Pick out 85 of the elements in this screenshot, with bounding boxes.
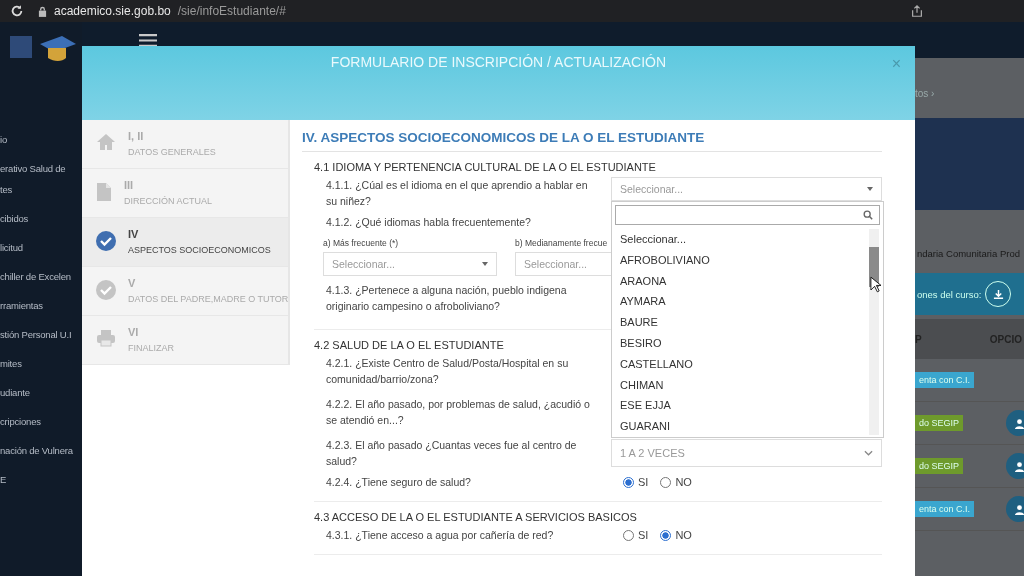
- radio-label: SI: [638, 529, 649, 541]
- download-icon: [992, 288, 1004, 300]
- dropdown-option[interactable]: Seleccionar...: [620, 229, 869, 250]
- question-text: 4.2.2. El año pasado, por problemas de salud, ¿acudió o se atendió en...?: [325, 397, 591, 428]
- question-text: 4.2.4. ¿Tiene seguro de salud?: [325, 475, 472, 490]
- select-value: 1 A 2 VECES: [620, 447, 685, 459]
- dropdown-option[interactable]: BESIRO: [620, 333, 869, 354]
- menu-icon[interactable]: [139, 33, 157, 47]
- radio-label: NO: [675, 476, 692, 488]
- dropdown-option[interactable]: ARAONA: [620, 270, 869, 292]
- step-item[interactable]: IV ASPECTOS SOCIOECONOMICOS: [82, 218, 288, 267]
- sidebar-item[interactable]: io: [0, 134, 82, 145]
- user-icon: [1013, 503, 1024, 515]
- question-text: 4.1.1. ¿Cúal es el idioma en el que aprendio a hablar en su niñez?: [325, 178, 589, 209]
- scrollbar[interactable]: [869, 229, 879, 435]
- radio-button[interactable]: [623, 529, 634, 541]
- step-number: V: [128, 277, 137, 289]
- section-heading: IV. ASPECTOS SOCIOECONOMICOS DE LA O EL ESTUDIANTE: [302, 130, 882, 152]
- status-badge: do SEGIP: [915, 415, 964, 431]
- step-label: DATOS GENERALES: [128, 147, 216, 157]
- search-field[interactable]: [615, 205, 880, 225]
- check-circle-icon: [96, 280, 116, 300]
- sidebar-item[interactable]: nación de Vulnera: [0, 445, 82, 456]
- sidebar-item[interactable]: tes: [0, 184, 82, 195]
- modal-title: FORMULARIO DE INSCRIPCIÓN / ACTUALIZACIÓN: [330, 54, 667, 70]
- document-icon: [96, 182, 112, 202]
- sidebar-item[interactable]: cibidos: [0, 213, 82, 224]
- status-badge: do SEGIP: [915, 458, 964, 474]
- step-label: ASPECTOS SOCIOECONOMICOS: [128, 245, 271, 255]
- question-text: 4.1.3. ¿Pertenece a alguna nación, pueblo indigena originario campesino o afroboliviano?: [325, 283, 568, 314]
- step-label: FINALIZAR: [128, 343, 174, 353]
- chevron-down-icon: [864, 450, 873, 456]
- question-text: 4.2.3. El año pasado ¿Cuantas veces fue al centro de salud?: [325, 438, 578, 469]
- dropdown-option[interactable]: ESE EJJA: [620, 395, 869, 417]
- user-icon: [1013, 417, 1024, 429]
- sidebar-item[interactable]: licitud: [0, 242, 82, 253]
- printer-icon: [96, 329, 116, 347]
- step-label: DIRECCIÓN ACTUAL: [124, 196, 212, 206]
- caret-icon: [482, 262, 488, 266]
- sidebar-item[interactable]: rramientas: [0, 300, 82, 311]
- dropdown-option[interactable]: CHIMAN: [620, 374, 869, 396]
- dropdown-option[interactable]: GUARANI: [620, 416, 869, 437]
- step-label: DATOS DEL PADRE,MADRE O TUTOR: [128, 294, 289, 304]
- sidebar-item[interactable]: udiante: [0, 387, 82, 398]
- step-number: VI: [128, 326, 140, 338]
- url-path[interactable]: /sie/infoEstudiante/#: [177, 4, 286, 18]
- step-number: IV: [128, 228, 140, 240]
- step-number: III: [124, 179, 135, 191]
- sidebar-item[interactable]: E: [0, 474, 82, 485]
- reload-icon[interactable]: [10, 4, 24, 18]
- user-icon: [1013, 460, 1024, 472]
- question-text: 4.1.2. ¿Qué idiomas habla frecuentemente?: [325, 215, 531, 230]
- sidebar-item[interactable]: erativo Salud de: [0, 163, 82, 174]
- status-badge: enta con C.I.: [915, 501, 975, 517]
- question-text: 4.3.1. ¿Tiene acceso a agua por cañería de red?: [325, 528, 555, 543]
- caret-icon: [867, 187, 873, 191]
- radio-button[interactable]: [623, 476, 634, 488]
- section-title: 4.2 SALUD DE LA O EL ESTUDIANTE: [314, 339, 504, 351]
- dropdown-option[interactable]: AYMARA: [620, 291, 869, 313]
- dropdown-option[interactable]: AFROBOLIVIANO: [620, 249, 869, 271]
- radio-label: SI: [638, 476, 649, 488]
- mouse-cursor-icon: [870, 276, 881, 293]
- sidebar-item[interactable]: mites: [0, 358, 82, 369]
- search-icon: [863, 210, 873, 220]
- url-host[interactable]: academico.sie.gob.bo: [54, 4, 171, 18]
- dropdown-option[interactable]: BAURE: [620, 312, 869, 333]
- sidebar-item[interactable]: cripciones: [0, 416, 82, 427]
- section-title: 4.3 ACCESO DE LA O EL ESTUDIANTE A SERVICIOS BASICOS: [314, 511, 637, 523]
- sidebar-item[interactable]: chiller de Excelen: [0, 271, 82, 282]
- radio-label: NO: [675, 529, 692, 541]
- download-label: ones del curso:: [917, 288, 982, 300]
- step-number: I, II: [128, 130, 145, 142]
- sidebar-item[interactable]: stión Personal U.I: [0, 329, 82, 340]
- field-label: a) Más frecuente (*): [323, 238, 400, 248]
- status-badge: enta con C.I.: [915, 372, 975, 388]
- radio-button[interactable]: [660, 476, 672, 488]
- check-circle-icon: [96, 231, 116, 251]
- section-title: 4.1 IDIOMA Y PERTENENCIA CULTURAL DE LA O EL ESTUDIANTE: [314, 161, 656, 173]
- question-text: 4.2.1. ¿Existe Centro de Salud/Posta/Hospital en su comunidad/barrio/zona?: [325, 356, 570, 387]
- dropdown-option[interactable]: CASTELLANO: [620, 353, 869, 375]
- radio-button[interactable]: [660, 529, 672, 541]
- lock-icon: [38, 5, 47, 17]
- field-label: b) Medianamente frecue: [515, 238, 609, 248]
- share-icon[interactable]: [910, 4, 924, 18]
- home-icon: [96, 133, 116, 151]
